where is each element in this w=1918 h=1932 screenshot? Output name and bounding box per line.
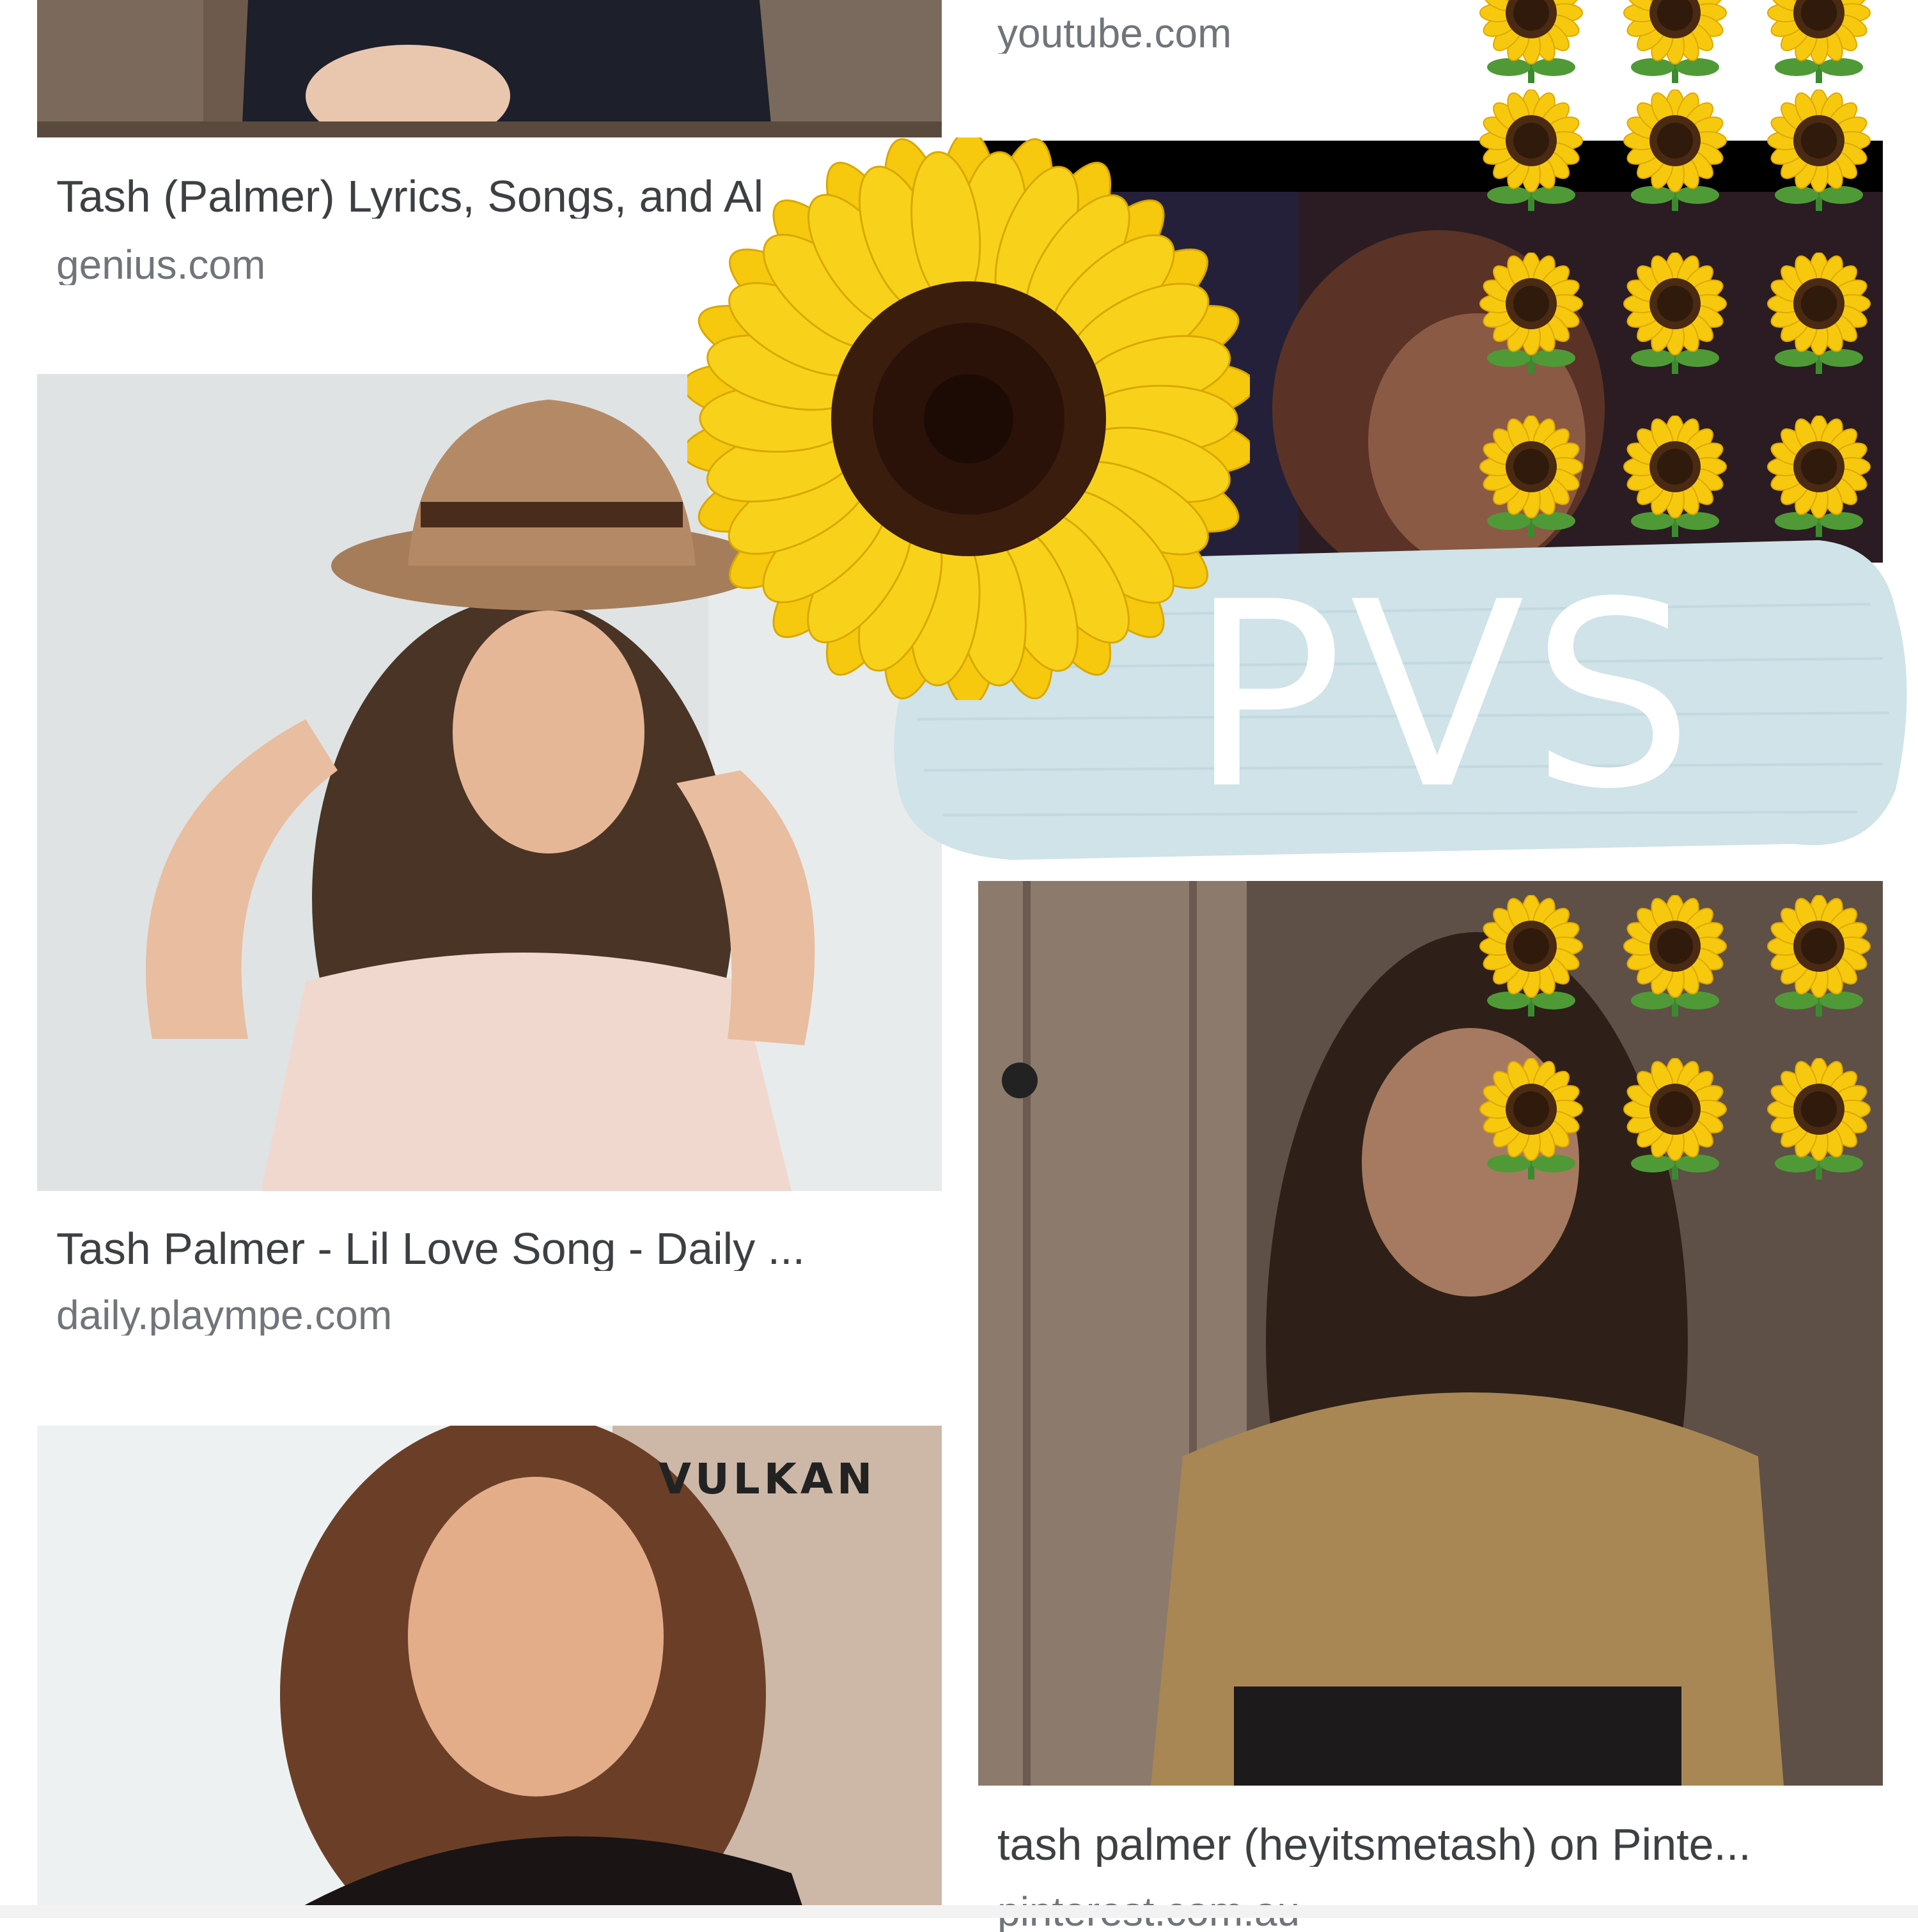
sunflower-icon xyxy=(1621,0,1729,90)
sunflower-icon xyxy=(1621,253,1729,380)
sunflower-icon xyxy=(1765,895,1873,1023)
sunflower-icon xyxy=(1621,1058,1729,1186)
result-title[interactable]: tash palmer (heyitsmetash) on Pinte... xyxy=(997,1822,1892,1867)
sunflower-icon xyxy=(1765,90,1873,217)
sunflower-icon xyxy=(1477,895,1586,1023)
sunflower-icon xyxy=(1477,253,1586,380)
sunflower-icon xyxy=(1477,0,1586,90)
sunflower-icon xyxy=(687,137,1250,700)
sunflower-icon xyxy=(1621,90,1729,217)
result-title[interactable]: Tash Palmer - Lil Love Song - Daily ... xyxy=(56,1226,951,1271)
sunflower-icon xyxy=(1477,90,1586,217)
bottom-edge xyxy=(0,1905,1918,1918)
result-image-pinterest[interactable] xyxy=(978,881,1883,1786)
sunflower-icon xyxy=(1621,895,1729,1023)
sunflower-icon xyxy=(1765,1058,1873,1186)
pvs-text: PVS xyxy=(1189,548,1700,845)
result-domain[interactable]: genius.com xyxy=(56,244,265,285)
result-domain[interactable]: youtube.com xyxy=(997,13,1231,54)
result-domain[interactable]: daily.plaympe.com xyxy=(56,1295,392,1336)
vulkan-watermark: VULKAN xyxy=(659,1454,877,1504)
sunflower-icon xyxy=(1765,253,1873,380)
sunflower-icon xyxy=(1477,1058,1586,1186)
result-image-genius[interactable] xyxy=(37,0,942,137)
sunflower-icon xyxy=(1765,0,1873,90)
